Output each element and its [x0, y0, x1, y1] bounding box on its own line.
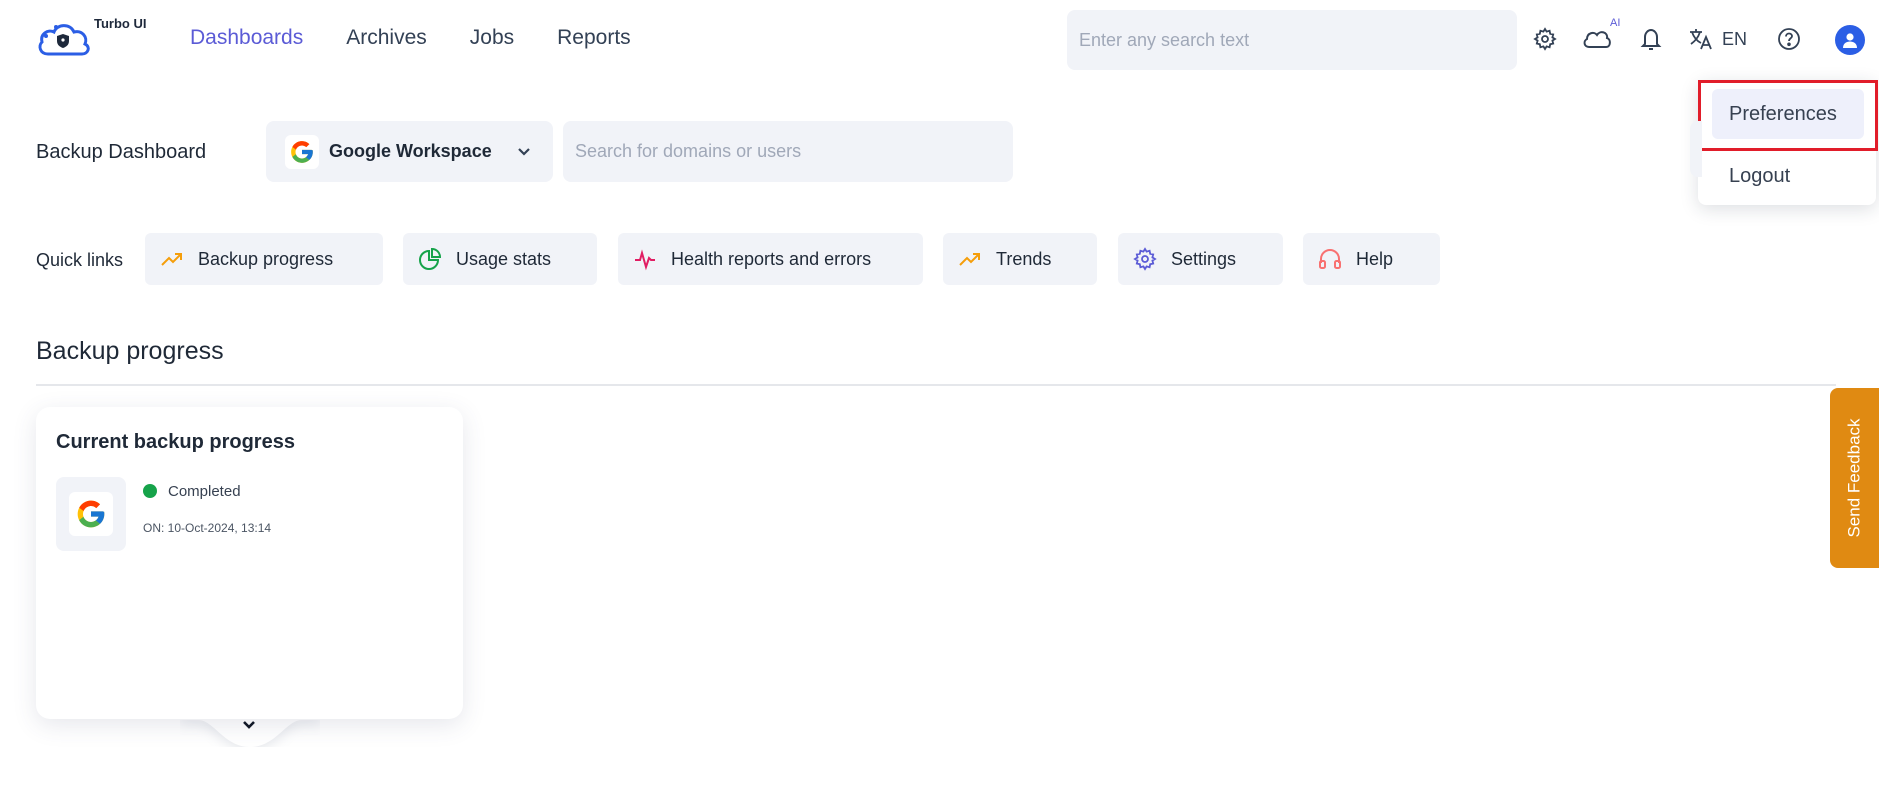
chevron-down-icon: [518, 148, 530, 156]
cloud-shield-logo-icon: [38, 24, 90, 56]
quicklink-help[interactable]: Help: [1303, 233, 1440, 285]
menu-item-logout[interactable]: Logout: [1712, 151, 1864, 201]
send-feedback-button[interactable]: Send Feedback: [1830, 388, 1879, 568]
ai-badge: AI: [1610, 17, 1621, 29]
quicklink-label: Help: [1356, 249, 1394, 269]
trending-up-icon: [959, 253, 980, 266]
status-dot: [143, 484, 157, 498]
google-logo-icon: [77, 500, 105, 528]
quicklink-health-reports[interactable]: Health reports and errors: [618, 233, 923, 285]
quicklink-label: Health reports and errors: [671, 249, 872, 269]
chevron-down-icon[interactable]: [240, 716, 258, 734]
status-text: Completed: [168, 483, 241, 500]
global-search-input[interactable]: [1079, 29, 1517, 51]
nav-item-dashboards[interactable]: Dashboards: [190, 26, 303, 50]
headset-icon: [1319, 249, 1341, 269]
user-avatar-icon[interactable]: [1835, 25, 1865, 55]
section-divider: [36, 384, 1836, 386]
pie-chart-icon: [419, 247, 442, 270]
global-search: [1067, 10, 1517, 70]
status-date: ON: 10-Oct-2024, 13:14: [143, 521, 272, 535]
send-feedback-label: Send Feedback: [1844, 418, 1864, 538]
cloud-ai-icon[interactable]: [1580, 22, 1614, 56]
pulse-icon: [635, 249, 655, 271]
card-google-logo: [56, 477, 126, 551]
top-bar: Turbo UI Dashboards Archives Jobs Report…: [0, 0, 1879, 80]
brand-logo[interactable]: Turbo UI: [36, 14, 156, 64]
nav-item-jobs[interactable]: Jobs: [470, 26, 514, 50]
obscured-control: [1690, 121, 1702, 177]
settings-gear-icon[interactable]: [1528, 22, 1562, 56]
quicklink-trends[interactable]: Trends: [943, 233, 1097, 285]
translate-icon[interactable]: [1684, 22, 1718, 56]
main-nav: Dashboards Archives Jobs Reports: [190, 26, 674, 50]
gear-icon: [1133, 247, 1157, 271]
domain-search-input[interactable]: [575, 141, 1013, 162]
backup-progress-card: Current backup progress Completed ON: 10…: [36, 407, 463, 719]
quicklink-backup-progress[interactable]: Backup progress: [145, 233, 383, 285]
domain-search: [563, 121, 1013, 182]
quicklink-label: Usage stats: [456, 249, 552, 269]
quicklink-label: Settings: [1171, 249, 1237, 269]
quicklink-label: Trends: [996, 249, 1052, 269]
quicklink-label: Backup progress: [198, 249, 334, 269]
section-title: Backup progress: [36, 337, 224, 365]
nav-item-reports[interactable]: Reports: [557, 26, 631, 50]
help-icon[interactable]: [1772, 22, 1806, 56]
quicklink-settings[interactable]: Settings: [1118, 233, 1283, 285]
user-menu-dropdown: Preferences Logout: [1698, 80, 1876, 205]
page-title: Backup Dashboard: [36, 141, 207, 163]
nav-item-archives[interactable]: Archives: [346, 26, 427, 50]
trending-up-icon: [161, 253, 182, 266]
language-label[interactable]: EN: [1722, 29, 1747, 50]
workspace-label: Google Workspace: [329, 141, 492, 161]
quicklink-usage-stats[interactable]: Usage stats: [403, 233, 597, 285]
workspace-select[interactable]: Google Workspace: [266, 121, 553, 182]
menu-item-preferences[interactable]: Preferences: [1712, 89, 1864, 139]
card-title: Current backup progress: [56, 431, 295, 453]
quick-links-label: Quick links: [36, 250, 124, 270]
bell-icon[interactable]: [1634, 22, 1668, 56]
brand-name: Turbo UI: [94, 16, 147, 31]
google-logo-icon: [285, 135, 319, 169]
